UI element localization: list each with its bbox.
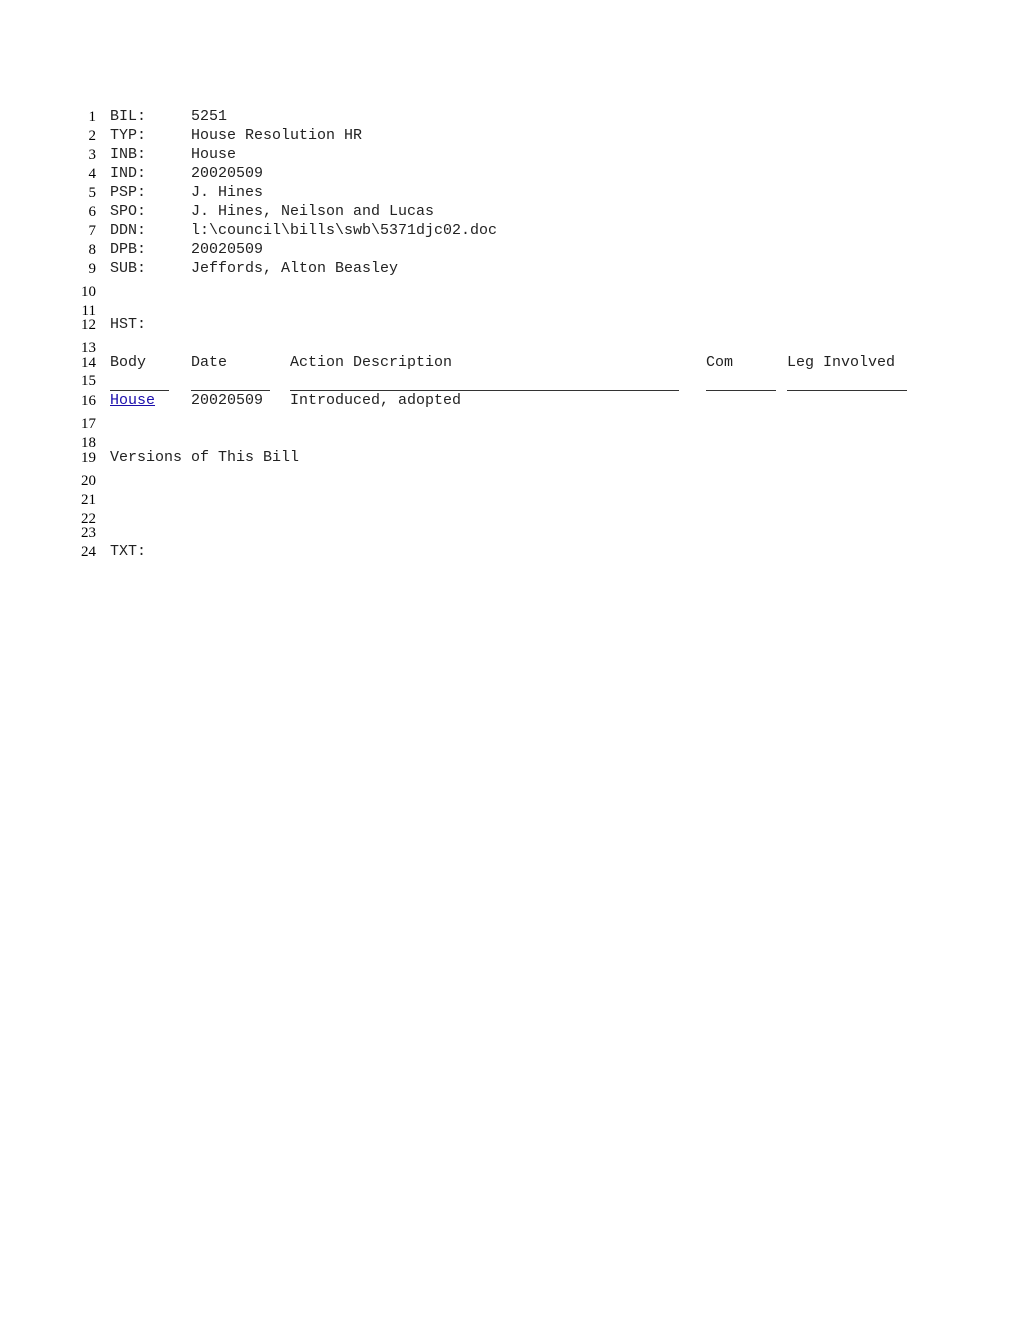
field-value: House (191, 146, 237, 163)
column-header-date: Date (191, 354, 228, 371)
line-number: 1 (88, 109, 97, 125)
field-value: J. Hines, Neilson and Lucas (191, 203, 435, 220)
field-label: PSP: (110, 184, 147, 201)
row-action: Introduced, adopted (290, 392, 462, 409)
history-label: HST: (110, 316, 147, 333)
field-value: 20020509 (191, 165, 264, 182)
column-rule-leg (787, 390, 907, 391)
line-number: 10 (81, 284, 96, 300)
field-value: 20020509 (191, 241, 264, 258)
field-label: INB: (110, 146, 147, 163)
field-label: SUB: (110, 260, 147, 277)
column-header-body: Body (110, 354, 147, 371)
line-number: 13 (81, 340, 96, 356)
line-number: 5 (88, 185, 97, 201)
line-number: 6 (88, 204, 97, 220)
line-number: 18 (81, 435, 96, 451)
field-value: l:\council\bills\swb\5371djc02.doc (191, 222, 498, 239)
line-number: 17 (81, 416, 96, 432)
column-rule-body (110, 390, 169, 391)
field-label: SPO: (110, 203, 147, 220)
line-number: 12 (81, 317, 96, 333)
field-label: DPB: (110, 241, 147, 258)
column-rule-com (706, 390, 776, 391)
line-number: 7 (88, 223, 97, 239)
field-label: DDN: (110, 222, 147, 239)
line-number: 3 (88, 147, 97, 163)
field-value: House Resolution HR (191, 127, 363, 144)
row-date: 20020509 (191, 392, 264, 409)
column-header-com: Com (706, 354, 734, 371)
line-number: 21 (81, 492, 96, 508)
field-label: BIL: (110, 108, 147, 125)
line-number: 20 (81, 473, 96, 489)
field-value: Jeffords, Alton Beasley (191, 260, 399, 277)
line-number: 9 (88, 261, 97, 277)
column-header-leg: Leg Involved (787, 354, 896, 371)
column-rule-action (290, 390, 679, 391)
line-number: 8 (88, 242, 97, 258)
column-header-action: Action Description (290, 354, 453, 371)
line-number: 14 (81, 355, 96, 371)
field-value: J. Hines (191, 184, 264, 201)
text-label: TXT: (110, 543, 147, 560)
field-label: IND: (110, 165, 147, 182)
line-number: 24 (81, 544, 96, 560)
body-link-house[interactable]: House (110, 393, 155, 409)
field-value: 5251 (191, 108, 228, 125)
line-number: 16 (81, 393, 96, 409)
versions-heading: Versions of This Bill (110, 449, 300, 466)
line-number: 19 (81, 450, 96, 466)
line-number: 2 (88, 128, 97, 144)
line-number: 23 (81, 525, 96, 541)
column-rule-date (191, 390, 270, 391)
field-label: TYP: (110, 127, 147, 144)
line-number: 4 (88, 166, 97, 182)
line-number: 15 (81, 373, 96, 389)
